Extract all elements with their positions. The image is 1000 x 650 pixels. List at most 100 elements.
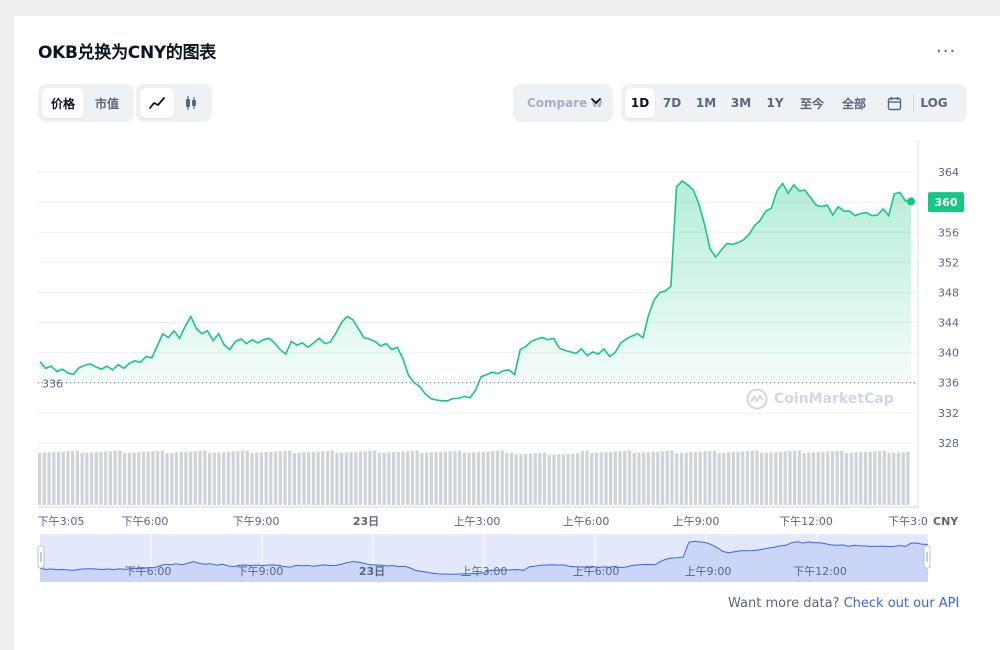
x-axis: 下午3:05 下午6:00 下午9:00 23日 上午3:00 上午6:00 上午9:00 下… xyxy=(38,515,960,528)
volume-bar xyxy=(108,451,113,505)
volume-bar xyxy=(269,451,273,505)
volume-bar xyxy=(184,451,188,505)
volume-bar xyxy=(689,452,693,505)
volume-bar xyxy=(273,451,278,505)
volume-bar xyxy=(302,452,306,505)
volume-bar xyxy=(174,452,179,505)
volume-bar xyxy=(736,451,740,505)
volume-bar xyxy=(679,452,684,505)
volume-bar xyxy=(321,451,325,505)
volume-bar xyxy=(816,452,820,505)
volume-bar xyxy=(94,452,98,505)
volume-bar xyxy=(250,453,254,505)
volume-bar xyxy=(873,451,877,505)
volume-bar xyxy=(396,451,400,505)
volume-bar xyxy=(288,450,292,505)
navigator-tick-label: 下午9:00 xyxy=(237,565,284,578)
volume-bar xyxy=(665,450,669,505)
volume-bar xyxy=(448,451,452,505)
volume-bar xyxy=(425,452,429,505)
volume-bar xyxy=(104,451,108,505)
volume-bar xyxy=(906,451,910,505)
volume-bar xyxy=(193,451,197,505)
volume-bar xyxy=(137,452,141,505)
volume-bars xyxy=(38,450,910,505)
volume-bar xyxy=(259,452,264,505)
volume-bar xyxy=(66,451,70,505)
range-navigator[interactable]: 下午6:00 下午9:00 23日 上午3:00 上午6:00 上午9:00 下午12:00 xyxy=(37,534,931,582)
volume-bar xyxy=(151,451,155,505)
volume-bar xyxy=(47,452,51,505)
volume-bar xyxy=(698,451,702,505)
volume-bar xyxy=(594,452,599,505)
volume-bar xyxy=(406,451,410,505)
volume-bar xyxy=(382,452,386,505)
volume-bar xyxy=(741,451,745,505)
volume-bar xyxy=(226,451,231,505)
volume-bar xyxy=(462,453,466,505)
volume-bar xyxy=(80,453,84,505)
volume-bar xyxy=(604,452,608,505)
volume-bar xyxy=(722,452,726,505)
volume-bar xyxy=(99,451,103,505)
x-tick-label: 下午12:00 xyxy=(779,515,833,528)
volume-bar xyxy=(849,452,853,505)
volume-bar xyxy=(712,450,717,505)
volume-bar xyxy=(651,451,655,505)
volume-bar xyxy=(439,451,443,505)
x-tick-label: 下午3:05 xyxy=(38,515,85,528)
volume-bar xyxy=(325,450,330,505)
x-tick-label: 上午3:00 xyxy=(454,515,501,528)
navigator-tick-label: 23日 xyxy=(359,565,385,578)
baseline-label: 336 xyxy=(42,378,63,391)
volume-bar xyxy=(358,451,363,505)
y-tick-label: 348 xyxy=(938,286,959,299)
volume-bar xyxy=(524,453,528,505)
volume-bar xyxy=(127,452,131,505)
volume-bar xyxy=(42,452,46,505)
volume-bar xyxy=(896,452,901,505)
volume-bar xyxy=(401,451,405,505)
volume-bar xyxy=(311,451,315,505)
volume-bar xyxy=(519,454,523,505)
volume-bar xyxy=(769,452,773,505)
volume-bar xyxy=(222,452,226,505)
volume-bar xyxy=(52,452,56,505)
volume-bar xyxy=(840,450,844,505)
volume-bar xyxy=(118,450,122,505)
current-price-label: 360 xyxy=(935,196,958,209)
navigator-tick-label: 上午9:00 xyxy=(685,565,732,578)
volume-bar xyxy=(727,452,731,505)
price-chart[interactable]: 364360356352348344340336332328336360 下午3… xyxy=(0,0,1000,650)
volume-bar xyxy=(547,455,551,505)
volume-bar xyxy=(613,451,617,505)
volume-bar xyxy=(566,453,570,505)
volume-bar xyxy=(240,450,245,505)
volume-bar xyxy=(863,451,868,505)
volume-bar xyxy=(434,452,438,505)
volume-bar xyxy=(745,451,750,505)
volume-bar xyxy=(882,450,886,505)
volume-bar xyxy=(212,452,216,505)
volume-bar xyxy=(481,451,485,505)
volume-bar xyxy=(509,452,514,505)
volume-bar xyxy=(292,453,297,505)
volume-bar xyxy=(349,452,353,505)
x-tick-label: 下午9:00 xyxy=(233,515,280,528)
volume-bar xyxy=(538,452,542,505)
volume-bar xyxy=(627,450,632,505)
x-tick-label: 23日 xyxy=(353,515,379,528)
volume-bar xyxy=(755,450,759,505)
volume-bar xyxy=(415,450,419,505)
volume-bar xyxy=(203,450,207,505)
volume-bar xyxy=(514,454,518,505)
volume-bar xyxy=(835,450,839,505)
volume-bar xyxy=(708,450,712,505)
volume-bar xyxy=(854,452,858,505)
volume-bar xyxy=(576,453,580,505)
volume-bar xyxy=(61,451,65,505)
volume-bar xyxy=(684,452,688,505)
x-tick-label: 上午9:00 xyxy=(673,515,720,528)
volume-bar xyxy=(377,453,382,505)
current-price-dot xyxy=(907,197,915,206)
